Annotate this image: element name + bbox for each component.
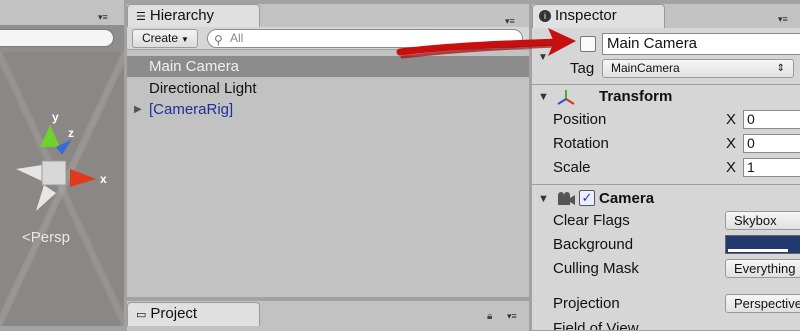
- scale-label: Scale: [553, 159, 591, 176]
- divider: [532, 184, 800, 185]
- hierarchy-item-label: Main Camera: [149, 58, 240, 75]
- scale-x-field[interactable]: 1: [743, 158, 800, 177]
- orientation-gizmo[interactable]: y z x: [10, 107, 110, 217]
- create-label: Create: [142, 31, 179, 45]
- hierarchy-item-camera-rig[interactable]: ▶ [CameraRig]: [127, 99, 529, 120]
- hierarchy-item-main-camera[interactable]: Main Camera: [127, 56, 529, 77]
- rotation-x-field[interactable]: 0: [743, 134, 800, 153]
- hierarchy-tab-label: Hierarchy: [149, 7, 215, 24]
- folder-icon: ▭: [136, 309, 147, 321]
- background-label: Background: [553, 236, 634, 253]
- camera-enabled-checkbox[interactable]: ✓: [579, 190, 595, 206]
- inspector-panel: i Inspector Main Camera ▼ Tag MainCamera …: [532, 4, 800, 330]
- gizmo-z-label: z: [68, 126, 74, 140]
- project-tab-label: Project: [150, 305, 198, 322]
- transform-header[interactable]: ▼ Transform: [532, 87, 800, 109]
- foldout-arrow-icon[interactable]: ▼: [538, 91, 549, 103]
- clear-flags-dropdown[interactable]: Skybox: [725, 211, 800, 230]
- hierarchy-item-directional-light[interactable]: Directional Light: [127, 78, 529, 99]
- tab-project[interactable]: ▭ Project: [127, 302, 260, 326]
- updown-icon: ⇕: [776, 63, 785, 74]
- panel-menu-icon[interactable]: ▾≡: [507, 311, 517, 322]
- panel-menu-icon[interactable]: ▾≡: [505, 16, 515, 27]
- persp-icon: <: [22, 229, 31, 246]
- divider: [532, 84, 800, 85]
- hierarchy-list-icon: ☰: [136, 11, 146, 23]
- project-panel: ▭ Project 🔒︎ ▾≡: [127, 301, 529, 331]
- tag-label: Tag: [570, 60, 595, 77]
- tag-value: MainCamera: [611, 61, 680, 75]
- field-of-view-label: Field of View: [553, 320, 639, 330]
- gizmo-z-cone[interactable]: [56, 139, 72, 155]
- gizmo-neg-y-cone[interactable]: [36, 185, 56, 211]
- scene-viewport[interactable]: y z x <Persp: [0, 52, 124, 326]
- panel-menu-icon[interactable]: ▾≡: [778, 14, 788, 25]
- chevron-down-icon: ▼: [181, 35, 189, 44]
- hierarchy-toolbar: Create ▼ ⚲ All: [127, 27, 529, 50]
- persp-label[interactable]: <Persp: [22, 229, 70, 246]
- create-button[interactable]: Create ▼: [132, 29, 198, 48]
- hierarchy-search-input[interactable]: ⚲ All: [207, 29, 523, 48]
- search-icon: ⚲: [214, 33, 223, 47]
- inspector-tab-label: Inspector: [555, 7, 617, 24]
- hierarchy-item-label: [CameraRig]: [149, 101, 234, 118]
- background-color-field[interactable]: [725, 235, 800, 254]
- info-icon: i: [539, 10, 551, 22]
- gizmo-x-cone[interactable]: [70, 169, 96, 187]
- foldout-arrow-icon[interactable]: ▼: [538, 193, 549, 205]
- cube-icon: ▼: [538, 52, 548, 63]
- inspector-body: Main Camera ▼ Tag MainCamera ⇕ ▼ Transfo…: [532, 28, 800, 330]
- scene-panel: ▾≡ y z x <Persp: [0, 0, 124, 326]
- culling-mask-label: Culling Mask: [553, 260, 639, 277]
- camera-header[interactable]: ▼ ✓ Camera: [532, 189, 800, 211]
- tab-hierarchy[interactable]: ☰ Hierarchy: [127, 4, 260, 28]
- expand-arrow-icon[interactable]: ▶: [134, 99, 142, 120]
- transform-title: Transform: [599, 88, 673, 105]
- lock-icon[interactable]: 🔒︎: [487, 311, 492, 322]
- alpha-bar: [728, 249, 788, 252]
- position-x-axis-label[interactable]: X: [726, 111, 736, 128]
- position-label: Position: [553, 111, 607, 128]
- gizmo-neg-x-cone[interactable]: [16, 165, 42, 181]
- gameobject-name-field[interactable]: Main Camera: [602, 33, 800, 55]
- gizmo-cube[interactable]: [41, 160, 67, 186]
- transform-axes-icon: [557, 90, 575, 105]
- gizmo-y-label: y: [52, 110, 59, 124]
- hierarchy-panel: ☰ Hierarchy ▾≡ Create ▼ ⚲ All Main Camera …: [127, 4, 529, 297]
- persp-text: Persp: [30, 229, 70, 246]
- clear-flags-label: Clear Flags: [553, 212, 630, 229]
- camera-icon: [558, 192, 575, 205]
- panel-menu-icon[interactable]: ▾≡: [98, 12, 108, 23]
- tab-inspector[interactable]: i Inspector: [532, 4, 665, 28]
- culling-mask-dropdown[interactable]: Everything: [725, 259, 800, 278]
- projection-dropdown[interactable]: Perspective: [725, 294, 800, 313]
- gameobject-active-checkbox[interactable]: [580, 36, 596, 52]
- gizmo-y-cone[interactable]: [40, 125, 60, 147]
- rotation-x-axis-label[interactable]: X: [726, 135, 736, 152]
- position-x-field[interactable]: 0: [743, 110, 800, 129]
- gizmo-x-label: x: [100, 172, 107, 186]
- scene-search-input[interactable]: [0, 29, 114, 47]
- projection-label: Projection: [553, 295, 620, 312]
- search-placeholder: All: [230, 31, 244, 45]
- tag-dropdown[interactable]: MainCamera ⇕: [602, 59, 794, 78]
- camera-title: Camera: [599, 190, 655, 207]
- scale-x-axis-label[interactable]: X: [726, 159, 736, 176]
- hierarchy-list: Main Camera Directional Light ▶ [CameraR…: [127, 52, 529, 297]
- hierarchy-item-label: Directional Light: [149, 80, 257, 97]
- rotation-label: Rotation: [553, 135, 609, 152]
